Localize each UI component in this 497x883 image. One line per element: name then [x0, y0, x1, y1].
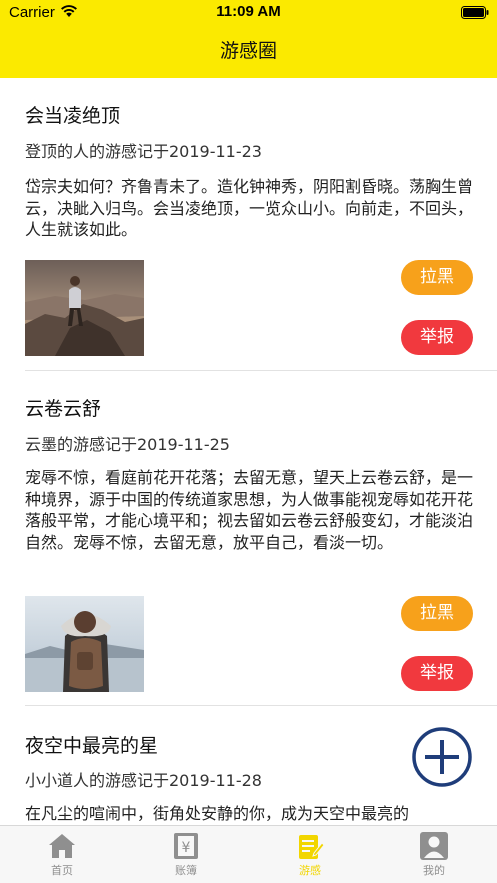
post-card: 云卷云舒 云墨的游感记于2019-11-25 宠辱不惊，看庭前花开花落；去留无意… — [0, 371, 497, 705]
ledger-icon: ¥ — [174, 833, 198, 859]
home-icon — [49, 834, 75, 858]
tab-profile[interactable]: 我的 — [372, 826, 496, 883]
tab-label: 账簿 — [175, 864, 197, 877]
travel-notes-feed[interactable]: 会当凌绝顶 登顶的人的游感记于2019-11-23 岱宗夫如何？齐鲁青未了。造化… — [0, 78, 497, 825]
post-photo[interactable] — [25, 596, 144, 692]
tab-notes[interactable]: 游感 — [248, 826, 372, 883]
block-button[interactable]: 拉黑 — [401, 596, 473, 631]
tab-bar: 首页 ¥ 账簿 游感 我的 — [0, 825, 497, 883]
add-post-button[interactable] — [412, 727, 472, 787]
tab-ledger[interactable]: ¥ 账簿 — [124, 826, 248, 883]
block-button[interactable]: 拉黑 — [401, 260, 473, 295]
svg-text:¥: ¥ — [182, 840, 191, 856]
app-screen: Carrier 11:09 AM 游感圈 会当凌绝顶 登顶的人的游感记于2019… — [0, 0, 497, 883]
post-body: 宠辱不惊，看庭前花开花落；去留无意，望天上云卷云舒，是一种境界，源于中国的传统道… — [25, 468, 474, 552]
backpacker-lake-photo — [25, 596, 144, 692]
profile-icon — [420, 832, 448, 860]
post-title: 夜空中最亮的星 — [25, 735, 159, 757]
post-meta: 小小道人的游感记于2019-11-28 — [25, 771, 262, 790]
post-title: 会当凌绝顶 — [25, 105, 121, 127]
post-card: 会当凌绝顶 登顶的人的游感记于2019-11-23 岱宗夫如何？齐鲁青未了。造化… — [0, 78, 497, 370]
page-title: 游感圈 — [219, 40, 277, 62]
tab-home[interactable]: 首页 — [0, 826, 124, 883]
post-meta: 登顶的人的游感记于2019-11-23 — [25, 142, 262, 161]
post-body: 在凡尘的喧闹中，街角处安静的你，成为天空中最亮的 — [25, 804, 410, 823]
post-body: 岱宗夫如何？齐鲁青未了。造化钟神秀，阴阳割昏晓。荡胸生曾云，决眦入归鸟。会当凌绝… — [25, 177, 474, 239]
report-button[interactable]: 举报 — [401, 320, 473, 355]
report-button[interactable]: 举报 — [401, 656, 473, 691]
post-photo[interactable] — [25, 260, 144, 356]
status-time: 11:09 AM — [216, 3, 281, 20]
tab-label: 游感 — [299, 864, 321, 877]
post-title: 云卷云舒 — [25, 398, 102, 420]
notes-icon — [299, 835, 325, 859]
mountain-hiker-photo — [25, 260, 144, 356]
battery-icon — [461, 6, 489, 19]
tab-label: 首页 — [51, 864, 73, 877]
post-meta: 云墨的游感记于2019-11-25 — [25, 435, 230, 454]
tab-label: 我的 — [423, 864, 445, 877]
status-bar: Carrier 11:09 AM — [0, 0, 497, 26]
navigation-bar: Carrier 11:09 AM 游感圈 — [0, 0, 497, 78]
